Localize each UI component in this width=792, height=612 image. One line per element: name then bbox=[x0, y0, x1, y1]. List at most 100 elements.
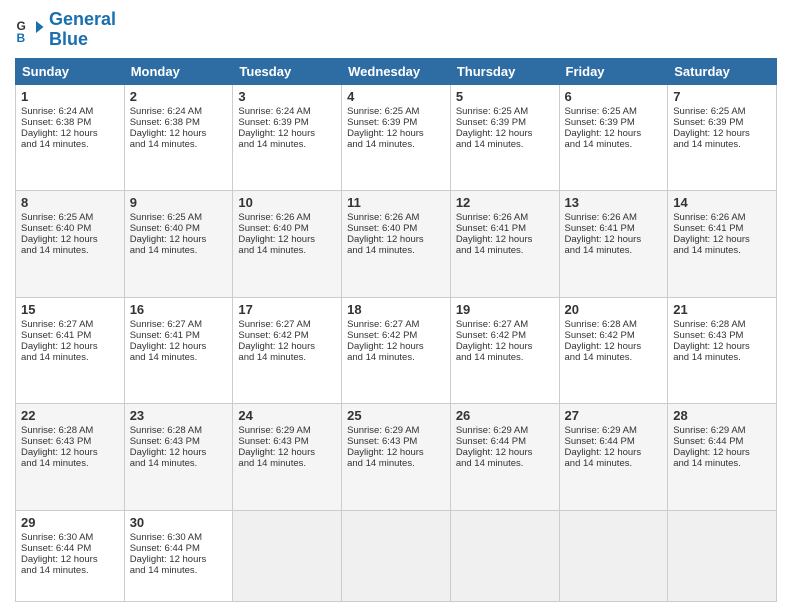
daylight-value: and 14 minutes. bbox=[130, 352, 198, 363]
sunset-text: Sunset: 6:42 PM bbox=[565, 330, 635, 341]
calendar-header-cell: Tuesday bbox=[233, 58, 342, 84]
daylight-value: and 14 minutes. bbox=[238, 139, 306, 150]
daylight-label: Daylight: 12 hours bbox=[21, 341, 98, 352]
calendar-day-cell: 22Sunrise: 6:28 AMSunset: 6:43 PMDayligh… bbox=[16, 404, 125, 511]
calendar-day-cell: 15Sunrise: 6:27 AMSunset: 6:41 PMDayligh… bbox=[16, 297, 125, 404]
sunset-text: Sunset: 6:40 PM bbox=[347, 223, 417, 234]
daylight-label: Daylight: 12 hours bbox=[238, 341, 315, 352]
day-number: 25 bbox=[347, 408, 445, 423]
daylight-label: Daylight: 12 hours bbox=[238, 234, 315, 245]
sunrise-text: Sunrise: 6:26 AM bbox=[673, 212, 745, 223]
sunrise-text: Sunrise: 6:25 AM bbox=[130, 212, 202, 223]
day-number: 9 bbox=[130, 195, 228, 210]
daylight-value: and 14 minutes. bbox=[347, 458, 415, 469]
daylight-value: and 14 minutes. bbox=[456, 458, 524, 469]
sunset-text: Sunset: 6:41 PM bbox=[21, 330, 91, 341]
sunset-text: Sunset: 6:38 PM bbox=[21, 117, 91, 128]
daylight-value: and 14 minutes. bbox=[130, 139, 198, 150]
day-number: 8 bbox=[21, 195, 119, 210]
calendar-week-row: 15Sunrise: 6:27 AMSunset: 6:41 PMDayligh… bbox=[16, 297, 777, 404]
sunset-text: Sunset: 6:44 PM bbox=[456, 436, 526, 447]
daylight-value: and 14 minutes. bbox=[673, 139, 741, 150]
calendar-header-cell: Saturday bbox=[668, 58, 777, 84]
calendar-header-cell: Thursday bbox=[450, 58, 559, 84]
daylight-label: Daylight: 12 hours bbox=[238, 128, 315, 139]
calendar-day-cell: 13Sunrise: 6:26 AMSunset: 6:41 PMDayligh… bbox=[559, 191, 668, 298]
daylight-label: Daylight: 12 hours bbox=[238, 447, 315, 458]
sunset-text: Sunset: 6:39 PM bbox=[347, 117, 417, 128]
sunrise-text: Sunrise: 6:25 AM bbox=[21, 212, 93, 223]
daylight-label: Daylight: 12 hours bbox=[130, 447, 207, 458]
sunrise-text: Sunrise: 6:26 AM bbox=[238, 212, 310, 223]
sunset-text: Sunset: 6:43 PM bbox=[347, 436, 417, 447]
daylight-value: and 14 minutes. bbox=[347, 352, 415, 363]
calendar-day-cell: 29Sunrise: 6:30 AMSunset: 6:44 PMDayligh… bbox=[16, 510, 125, 601]
sunrise-text: Sunrise: 6:26 AM bbox=[456, 212, 528, 223]
daylight-label: Daylight: 12 hours bbox=[456, 447, 533, 458]
day-number: 6 bbox=[565, 89, 663, 104]
calendar-day-cell: 26Sunrise: 6:29 AMSunset: 6:44 PMDayligh… bbox=[450, 404, 559, 511]
calendar-day-cell bbox=[342, 510, 451, 601]
sunset-text: Sunset: 6:44 PM bbox=[21, 543, 91, 554]
sunset-text: Sunset: 6:41 PM bbox=[565, 223, 635, 234]
daylight-label: Daylight: 12 hours bbox=[565, 234, 642, 245]
sunset-text: Sunset: 6:42 PM bbox=[456, 330, 526, 341]
calendar-day-cell: 25 Sunrise: 6:29 AMSunset: 6:43 PMDayligh… bbox=[342, 404, 451, 511]
daylight-label: Daylight: 12 hours bbox=[21, 234, 98, 245]
daylight-label: Daylight: 12 hours bbox=[130, 128, 207, 139]
sunrise-text: Sunrise: 6:27 AM bbox=[238, 319, 310, 330]
day-number: 27 bbox=[565, 408, 663, 423]
daylight-value: and 14 minutes. bbox=[21, 458, 89, 469]
daylight-label: Daylight: 12 hours bbox=[673, 341, 750, 352]
daylight-label: Daylight: 12 hours bbox=[130, 234, 207, 245]
calendar-day-cell: 27Sunrise: 6:29 AMSunset: 6:44 PMDayligh… bbox=[559, 404, 668, 511]
calendar-day-cell: 4Sunrise: 6:25 AMSunset: 6:39 PMDaylight… bbox=[342, 84, 451, 191]
daylight-label: Daylight: 12 hours bbox=[456, 234, 533, 245]
daylight-value: and 14 minutes. bbox=[130, 245, 198, 256]
calendar-header-cell: Monday bbox=[124, 58, 233, 84]
day-number: 10 bbox=[238, 195, 336, 210]
daylight-label: Daylight: 12 hours bbox=[347, 128, 424, 139]
daylight-label: Daylight: 12 hours bbox=[565, 447, 642, 458]
day-number: 12 bbox=[456, 195, 554, 210]
sunrise-text: Sunrise: 6:25 AM bbox=[565, 106, 637, 117]
daylight-value: and 14 minutes. bbox=[347, 245, 415, 256]
daylight-label: Daylight: 12 hours bbox=[347, 447, 424, 458]
sunrise-text: Sunrise: 6:27 AM bbox=[347, 319, 419, 330]
daylight-value: and 14 minutes. bbox=[238, 245, 306, 256]
daylight-value: and 14 minutes. bbox=[565, 139, 633, 150]
sunset-text: Sunset: 6:39 PM bbox=[673, 117, 743, 128]
daylight-label: Daylight: 12 hours bbox=[456, 341, 533, 352]
calendar-day-cell: 9Sunrise: 6:25 AMSunset: 6:40 PMDaylight… bbox=[124, 191, 233, 298]
day-number: 29 bbox=[21, 515, 119, 530]
calendar-header-row: SundayMondayTuesdayWednesdayThursdayFrid… bbox=[16, 58, 777, 84]
sunrise-text: Sunrise: 6:28 AM bbox=[130, 425, 202, 436]
sunset-text: Sunset: 6:44 PM bbox=[565, 436, 635, 447]
calendar-day-cell: 21Sunrise: 6:28 AMSunset: 6:43 PMDayligh… bbox=[668, 297, 777, 404]
day-number: 20 bbox=[565, 302, 663, 317]
calendar-day-cell: 24Sunrise: 6:29 AMSunset: 6:43 PMDayligh… bbox=[233, 404, 342, 511]
calendar-day-cell: 28Sunrise: 6:29 AMSunset: 6:44 PMDayligh… bbox=[668, 404, 777, 511]
day-number: 11 bbox=[347, 195, 445, 210]
calendar-body: 1Sunrise: 6:24 AMSunset: 6:38 PMDaylight… bbox=[16, 84, 777, 601]
daylight-value: and 14 minutes. bbox=[565, 458, 633, 469]
sunrise-text: Sunrise: 6:27 AM bbox=[21, 319, 93, 330]
daylight-label: Daylight: 12 hours bbox=[347, 341, 424, 352]
calendar-day-cell: 10Sunrise: 6:26 AMSunset: 6:40 PMDayligh… bbox=[233, 191, 342, 298]
calendar-header-cell: Wednesday bbox=[342, 58, 451, 84]
day-number: 19 bbox=[456, 302, 554, 317]
logo: G B General Blue bbox=[15, 10, 116, 50]
daylight-value: and 14 minutes. bbox=[21, 245, 89, 256]
daylight-label: Daylight: 12 hours bbox=[673, 128, 750, 139]
sunset-text: Sunset: 6:43 PM bbox=[673, 330, 743, 341]
sunset-text: Sunset: 6:39 PM bbox=[238, 117, 308, 128]
sunrise-text: Sunrise: 6:29 AM bbox=[347, 425, 419, 436]
sunset-text: Sunset: 6:42 PM bbox=[238, 330, 308, 341]
day-number: 14 bbox=[673, 195, 771, 210]
sunset-text: Sunset: 6:41 PM bbox=[130, 330, 200, 341]
sunrise-text: Sunrise: 6:24 AM bbox=[130, 106, 202, 117]
calendar-day-cell: 20Sunrise: 6:28 AMSunset: 6:42 PMDayligh… bbox=[559, 297, 668, 404]
calendar-day-cell: 6Sunrise: 6:25 AMSunset: 6:39 PMDaylight… bbox=[559, 84, 668, 191]
sunrise-text: Sunrise: 6:30 AM bbox=[21, 532, 93, 543]
day-number: 23 bbox=[130, 408, 228, 423]
